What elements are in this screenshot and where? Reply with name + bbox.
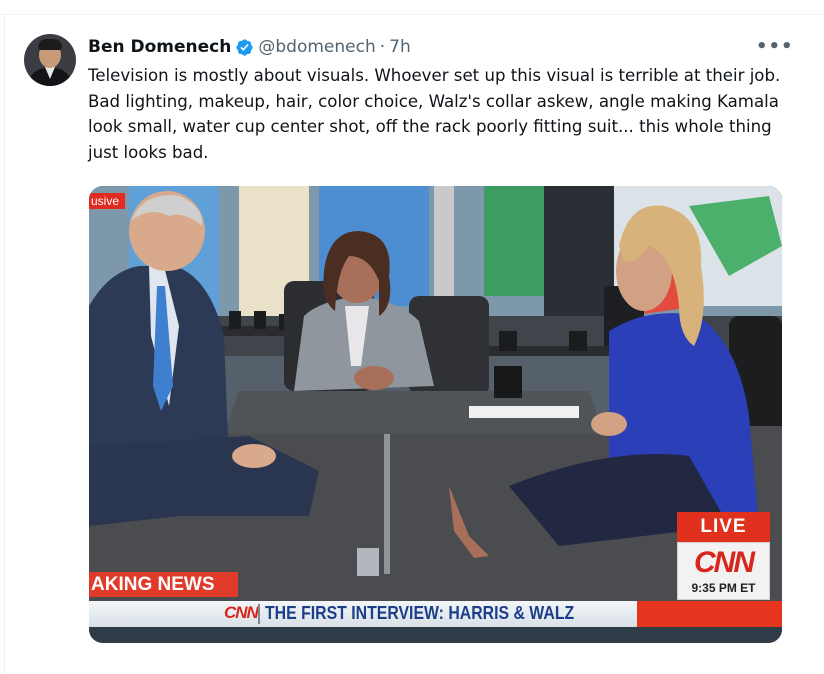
cnn-small-logo: CNN bbox=[224, 603, 259, 622]
author-handle[interactable]: @bdomenech bbox=[258, 37, 375, 57]
lower-third-bar: CNN THE FIRST INTERVIEW: HARRIS & WALZ bbox=[89, 601, 782, 627]
broadcast-clock: 9:35 PM ET bbox=[691, 581, 756, 595]
tv-bottom-strip bbox=[89, 627, 782, 643]
live-badge: LIVE bbox=[677, 512, 770, 542]
more-options-icon[interactable]: ••• bbox=[756, 36, 794, 57]
column-border bbox=[4, 14, 5, 674]
lower-third-headline: THE FIRST INTERVIEW: HARRIS & WALZ bbox=[265, 603, 575, 623]
lower-third-divider bbox=[258, 604, 260, 624]
tweet-text: Television is mostly about visuals. Whoe… bbox=[88, 66, 781, 162]
cnn-logo: CNN bbox=[694, 546, 755, 579]
verified-badge-icon bbox=[236, 38, 253, 56]
separator-dot: · bbox=[379, 37, 386, 57]
feed-divider bbox=[0, 14, 824, 15]
network-bug: CNN 9:35 PM ET bbox=[677, 542, 770, 600]
breaking-news-label: AKING NEWS bbox=[89, 572, 238, 597]
tweet-header: Ben Domenech @bdomenech · 7h bbox=[88, 36, 411, 58]
exclusive-tag: usive bbox=[89, 193, 126, 209]
tweet-media-image[interactable]: usive AKING NEWS CNN THE FIRST INTERVIEW… bbox=[89, 186, 782, 643]
lower-third-accent bbox=[637, 601, 782, 627]
author-name[interactable]: Ben Domenech bbox=[88, 37, 231, 57]
timestamp[interactable]: 7h bbox=[389, 37, 411, 57]
avatar[interactable] bbox=[24, 34, 76, 86]
